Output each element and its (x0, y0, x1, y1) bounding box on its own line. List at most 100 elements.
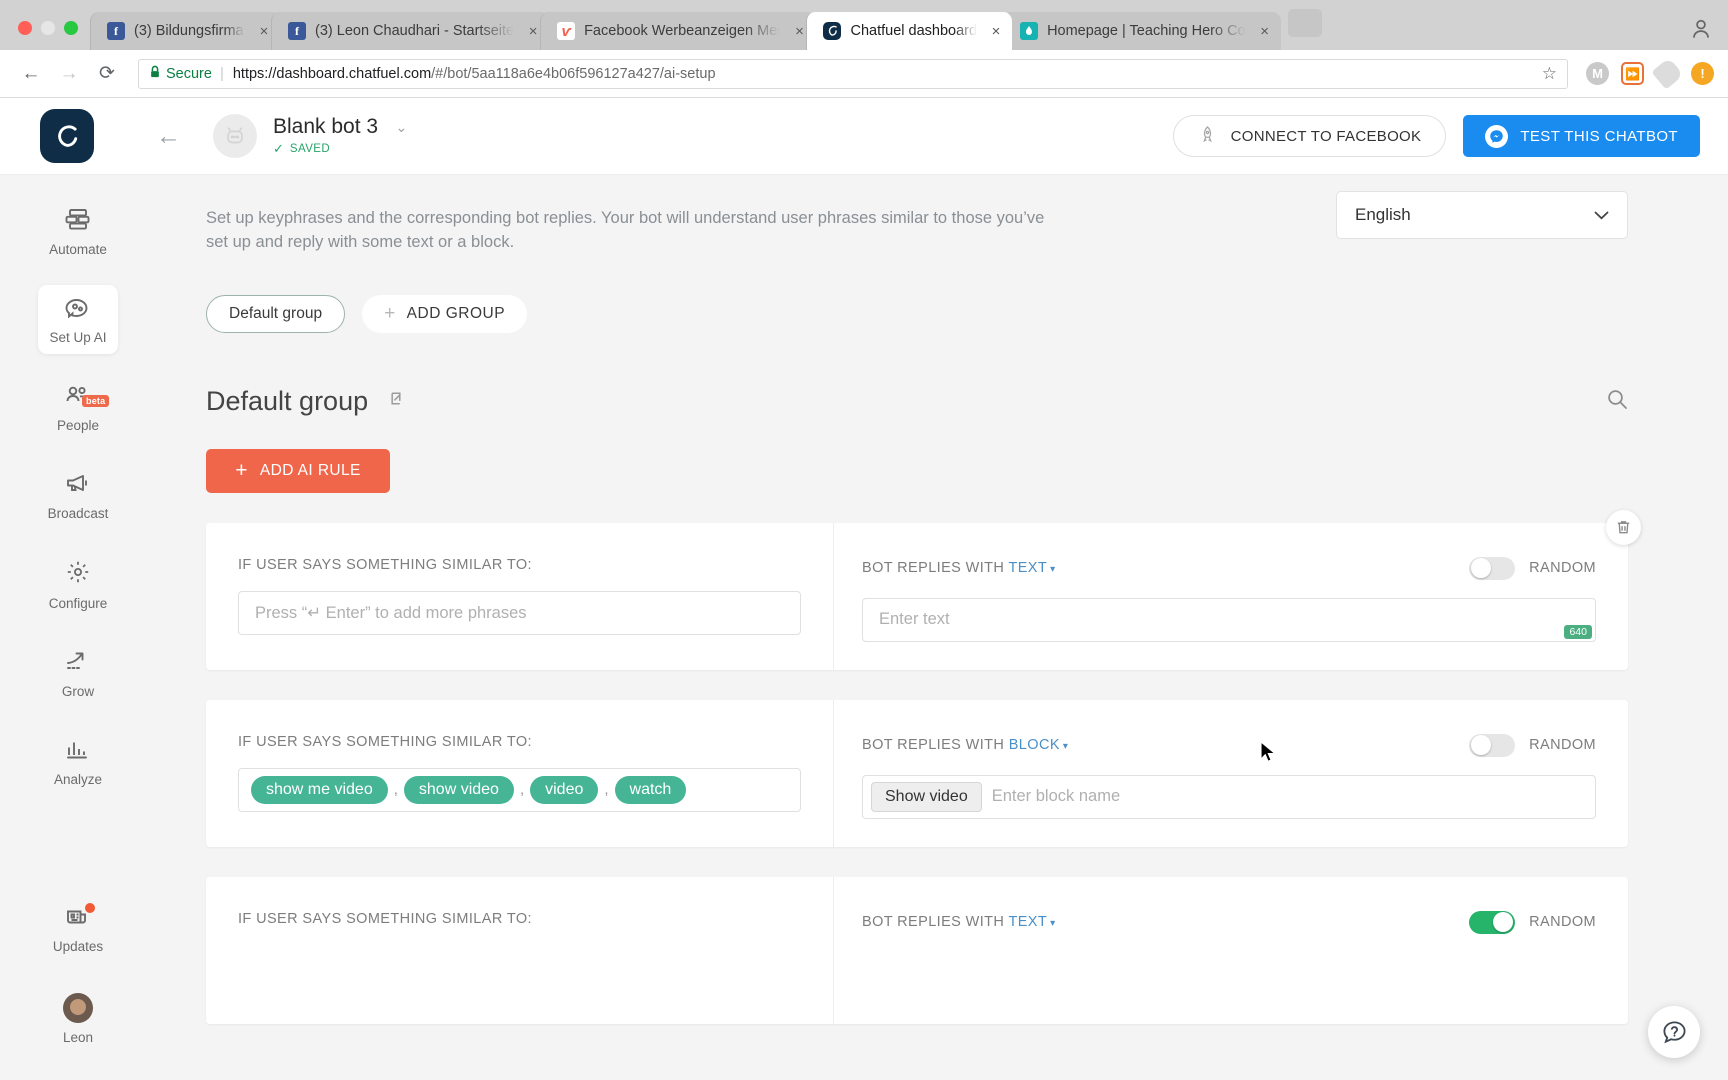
rule-condition: IF USER SAYS SOMETHING SIMILAR TO: Press… (206, 522, 834, 670)
bot-replies-label: BOT REPLIES WITH TEXT ▾ (862, 914, 1056, 931)
reply-block-field[interactable]: Show video Enter block name (862, 774, 1596, 819)
window-controls[interactable] (10, 21, 90, 50)
random-toggle[interactable] (1469, 556, 1516, 580)
megaphone-icon (65, 472, 91, 499)
sidebar-item-people[interactable]: beta People (38, 373, 118, 442)
messenger-icon (1485, 124, 1509, 148)
close-tab-icon[interactable]: × (986, 21, 1006, 41)
extensions-area: M ⏩ ! (1586, 57, 1714, 90)
back-to-bots-icon[interactable]: ← (156, 122, 181, 151)
add-group-button[interactable]: + ADD GROUP (362, 294, 528, 333)
external-link-icon[interactable] (386, 389, 405, 413)
maximize-window-button[interactable] (64, 21, 78, 35)
sidebar-item-automate[interactable]: Automate (38, 197, 118, 266)
fastforward-icon[interactable]: ⏩ (1621, 62, 1644, 85)
if-user-says-label: IF USER SAYS SOMETHING SIMILAR TO: (238, 910, 532, 927)
rule-reply: BOT REPLIES WITH TEXT ▾ RANDOM (834, 877, 1628, 1024)
chevron-down-icon[interactable]: ▾ (1050, 918, 1055, 929)
phrase-chip[interactable]: show me video (251, 775, 388, 804)
check-icon: ✓ (273, 141, 284, 156)
phrase-chip[interactable]: show video (403, 775, 514, 804)
facebook-icon: f (107, 22, 125, 40)
chip-separator: , (604, 781, 609, 799)
random-label: RANDOM (1529, 914, 1596, 931)
tab-title: Chatfuel dashboard (850, 23, 978, 39)
block-tag[interactable]: Show video (871, 781, 982, 812)
beta-badge: beta (82, 395, 110, 407)
reply-text-input[interactable]: Enter text 640 (862, 597, 1596, 642)
sidebar-item-label: Configure (48, 596, 108, 611)
sidebar-item-broadcast[interactable]: Broadcast (38, 461, 118, 530)
trash-icon[interactable] (1606, 509, 1641, 545)
mouse-cursor (1260, 740, 1277, 770)
lock-icon (149, 65, 161, 82)
random-toggle[interactable] (1469, 910, 1516, 934)
group-tab-default[interactable]: Default group (206, 294, 346, 333)
main-content: Set up keyphrases and the corresponding … (156, 175, 1728, 1080)
browser-chrome: f (3) Bildungsfirma × f (3) Leon Chaudha… (0, 0, 1728, 98)
app-header: ← Blank bot 3 ⌄ ✓ SAVED CONNECT TO FACEB… (0, 98, 1728, 175)
growth-arrow-icon (65, 650, 91, 677)
language-select[interactable]: English (1336, 191, 1628, 239)
forward-icon[interactable]: → (52, 57, 86, 91)
reply-type-value[interactable]: BLOCK (1009, 737, 1060, 753)
phrase-chip[interactable]: watch (614, 775, 687, 804)
help-chat-icon[interactable] (1648, 1006, 1700, 1058)
saved-status: ✓ SAVED (273, 141, 407, 157)
omnibox-bar: ← → ⟳ Secure | https://dashboard.chatfue… (0, 50, 1728, 98)
blocks-icon (65, 208, 91, 235)
sidebar-item-updates[interactable]: Updates (38, 894, 118, 963)
address-bar[interactable]: Secure | https://dashboard.chatfuel.com/… (138, 58, 1568, 89)
sidebar-item-grow[interactable]: Grow (38, 639, 118, 708)
test-chatbot-button[interactable]: TEST THIS CHATBOT (1463, 115, 1700, 157)
clip-icon[interactable] (1651, 57, 1684, 90)
random-toggle[interactable] (1469, 733, 1516, 757)
chevron-down-icon[interactable]: ▾ (1050, 564, 1055, 575)
ai-rule-card: IF USER SAYS SOMETHING SIMILAR TO: BOT R… (206, 876, 1628, 1024)
chevron-down-icon[interactable]: ⌄ (396, 119, 408, 136)
chevron-down-icon[interactable]: ▾ (1063, 741, 1068, 752)
sidebar-item-set-up-ai[interactable]: Set Up AI (38, 285, 118, 354)
add-ai-rule-button[interactable]: + ADD AI RULE (206, 448, 390, 493)
back-icon[interactable]: ← (14, 57, 48, 91)
sidebar-item-configure[interactable]: Configure (38, 549, 118, 620)
mega-icon[interactable]: M (1586, 62, 1609, 85)
avatar (63, 993, 93, 1023)
random-label: RANDOM (1529, 560, 1596, 577)
random-toggle-wrap: RANDOM (1469, 733, 1596, 757)
plus-icon: + (384, 302, 396, 324)
tab-title: Facebook Werbeanzeigen Mei (584, 23, 781, 39)
browser-tab[interactable]: f (3) Bildungsfirma × (90, 12, 280, 50)
close-tab-icon[interactable]: × (1255, 21, 1275, 41)
minimize-window-button[interactable] (41, 21, 55, 35)
reload-icon[interactable]: ⟳ (90, 57, 124, 91)
chatfuel-logo[interactable] (40, 109, 94, 163)
app-body: Automate Set Up AI beta People Broadcast… (0, 175, 1728, 1080)
phrases-input[interactable]: Press “↵ Enter” to add more phrases (238, 590, 801, 635)
browser-tab[interactable]: Homepage | Teaching Hero Co × (1003, 12, 1281, 50)
browser-tab-active[interactable]: Chatfuel dashboard × (806, 12, 1013, 50)
bot-name-row[interactable]: Blank bot 3 ⌄ (273, 115, 407, 139)
if-user-says-label: IF USER SAYS SOMETHING SIMILAR TO: (238, 556, 532, 573)
group-tabs: Default group + ADD GROUP (206, 294, 1628, 333)
browser-tab[interactable]: f (3) Leon Chaudhari - Startseite × (271, 12, 550, 50)
sidebar-item-user[interactable]: Leon (38, 982, 118, 1054)
phrase-chip[interactable]: video (530, 775, 599, 804)
warning-icon[interactable]: ! (1691, 62, 1714, 85)
reply-type-value[interactable]: TEXT (1008, 560, 1047, 576)
bookmark-star-icon[interactable]: ☆ (1542, 64, 1557, 84)
browser-tab[interactable]: ѵ Facebook Werbeanzeigen Mei × (540, 12, 816, 50)
profile-avatar-icon[interactable] (1688, 16, 1714, 42)
close-window-button[interactable] (18, 21, 32, 35)
chip-separator: , (393, 781, 398, 799)
reply-type-value[interactable]: TEXT (1008, 914, 1047, 930)
reply-header: BOT REPLIES WITH BLOCK ▾ RANDOM (862, 733, 1596, 757)
connect-to-facebook-button[interactable]: CONNECT TO FACEBOOK (1172, 115, 1447, 157)
sidebar-item-analyze[interactable]: Analyze (38, 727, 118, 796)
group-header: Default group (206, 386, 1628, 417)
new-tab-button[interactable] (1287, 9, 1322, 37)
bot-replies-label: BOT REPLIES WITH TEXT ▾ (862, 560, 1056, 577)
plus-icon: + (235, 458, 248, 482)
phrases-chips-field[interactable]: show me video , show video , video , wat… (238, 767, 801, 812)
search-icon[interactable] (1606, 388, 1628, 415)
